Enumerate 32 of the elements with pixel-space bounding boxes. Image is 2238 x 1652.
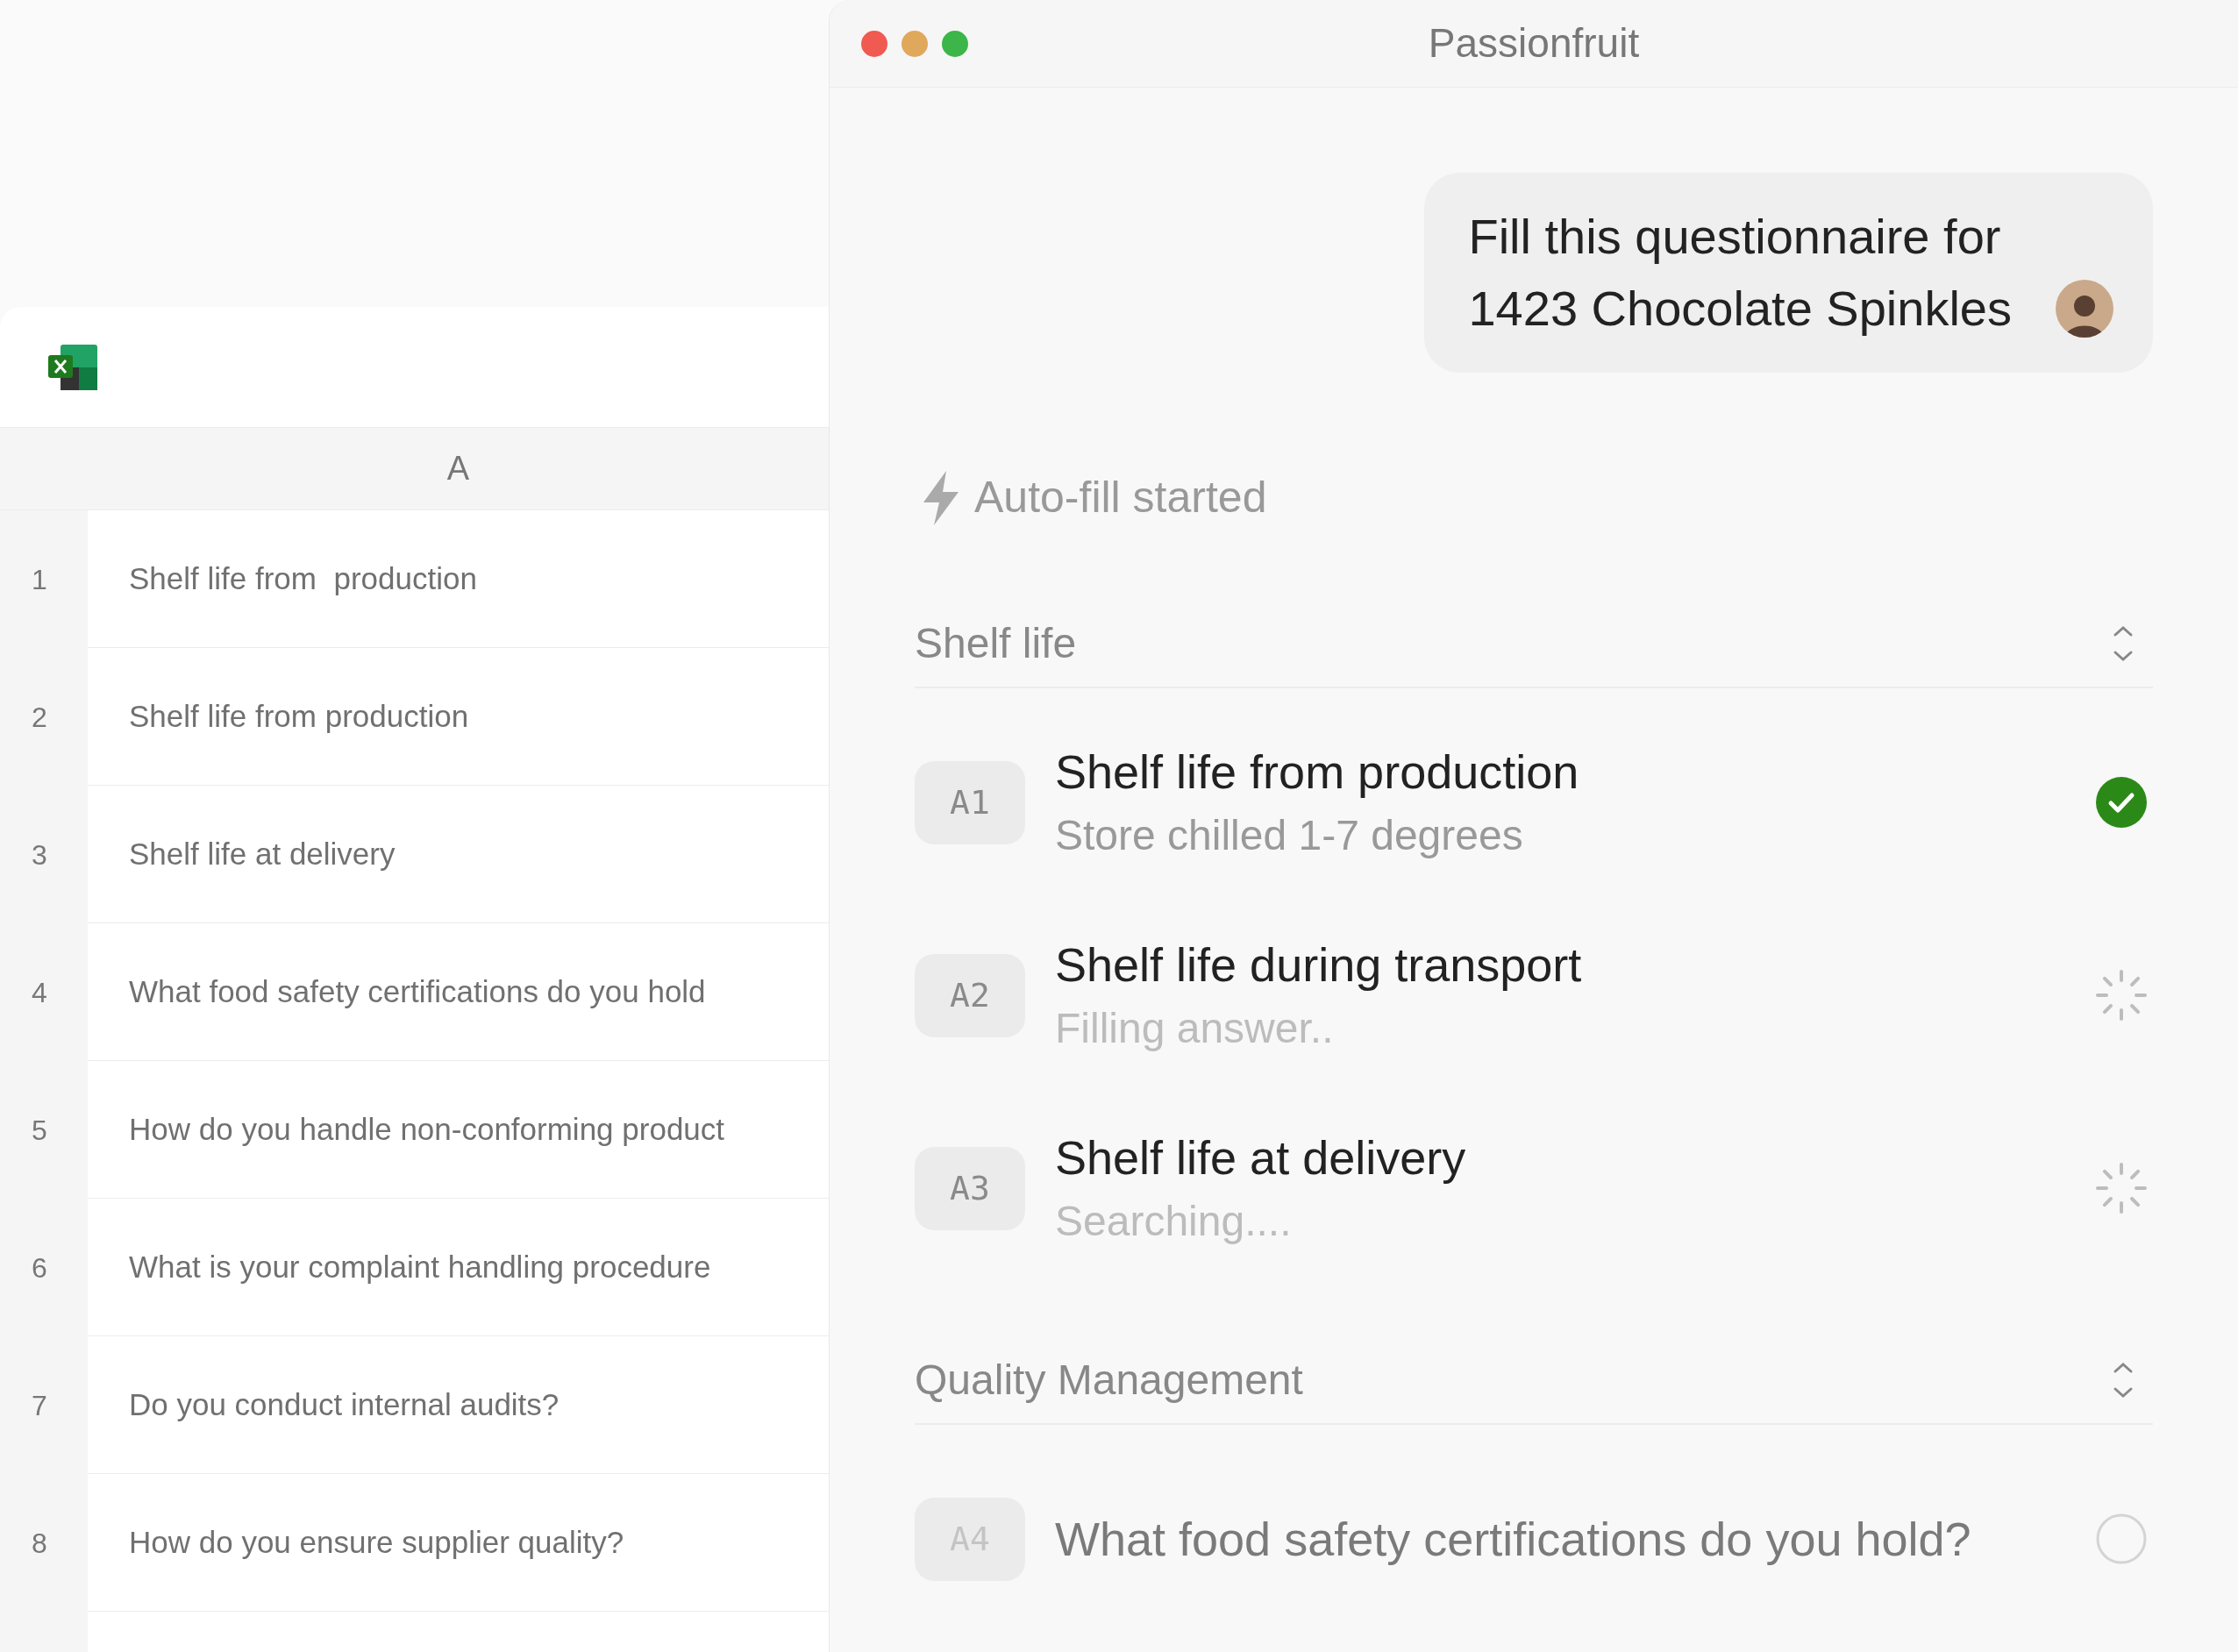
close-button[interactable] [861,30,887,57]
section-title: Shelf life [915,619,1077,668]
answer-status: Store chilled 1-7 degrees [1055,811,1524,860]
minimize-button[interactable] [902,30,928,57]
row-number: 3 [0,786,88,923]
row-number: 6 [0,1199,88,1336]
question-title: What food safety certifications do you hold? [1055,1512,1972,1567]
answer-status: Searching.... [1055,1197,1293,1246]
message-text: 1423 Chocolate Spinkles [1468,280,2012,338]
row-number: 5 [0,1061,88,1199]
section-title: Quality Management [915,1356,1303,1405]
row-number: 1 [0,510,88,648]
spreadsheet-app-icon [48,344,97,390]
question-title: Shelf life from production [1055,744,1580,800]
row-number: 7 [0,1336,88,1474]
window-title: Passionfruit [1428,19,1640,68]
message-text: Fill this questionnaire for [1468,208,2002,266]
lightning-bolt-icon [922,470,960,525]
status-text: Auto-fill started [974,472,1267,523]
loading-spinner-icon [2096,1163,2147,1214]
row-number: 4 [0,923,88,1061]
question-title: Shelf life during transport [1055,937,1583,993]
maximize-button[interactable] [942,30,968,57]
question-badge: A3 [915,1146,1025,1230]
row-number: 2 [0,648,88,786]
loading-spinner-icon [2096,970,2147,1021]
column-header[interactable]: A [0,427,829,510]
question-title: Shelf life at delivery [1055,1130,1467,1186]
row-number: 8 [0,1474,88,1612]
question-badge: A1 [915,760,1025,844]
question-badge: A2 [915,953,1025,1037]
answer-status: Filling answer.. [1055,1004,1335,1053]
